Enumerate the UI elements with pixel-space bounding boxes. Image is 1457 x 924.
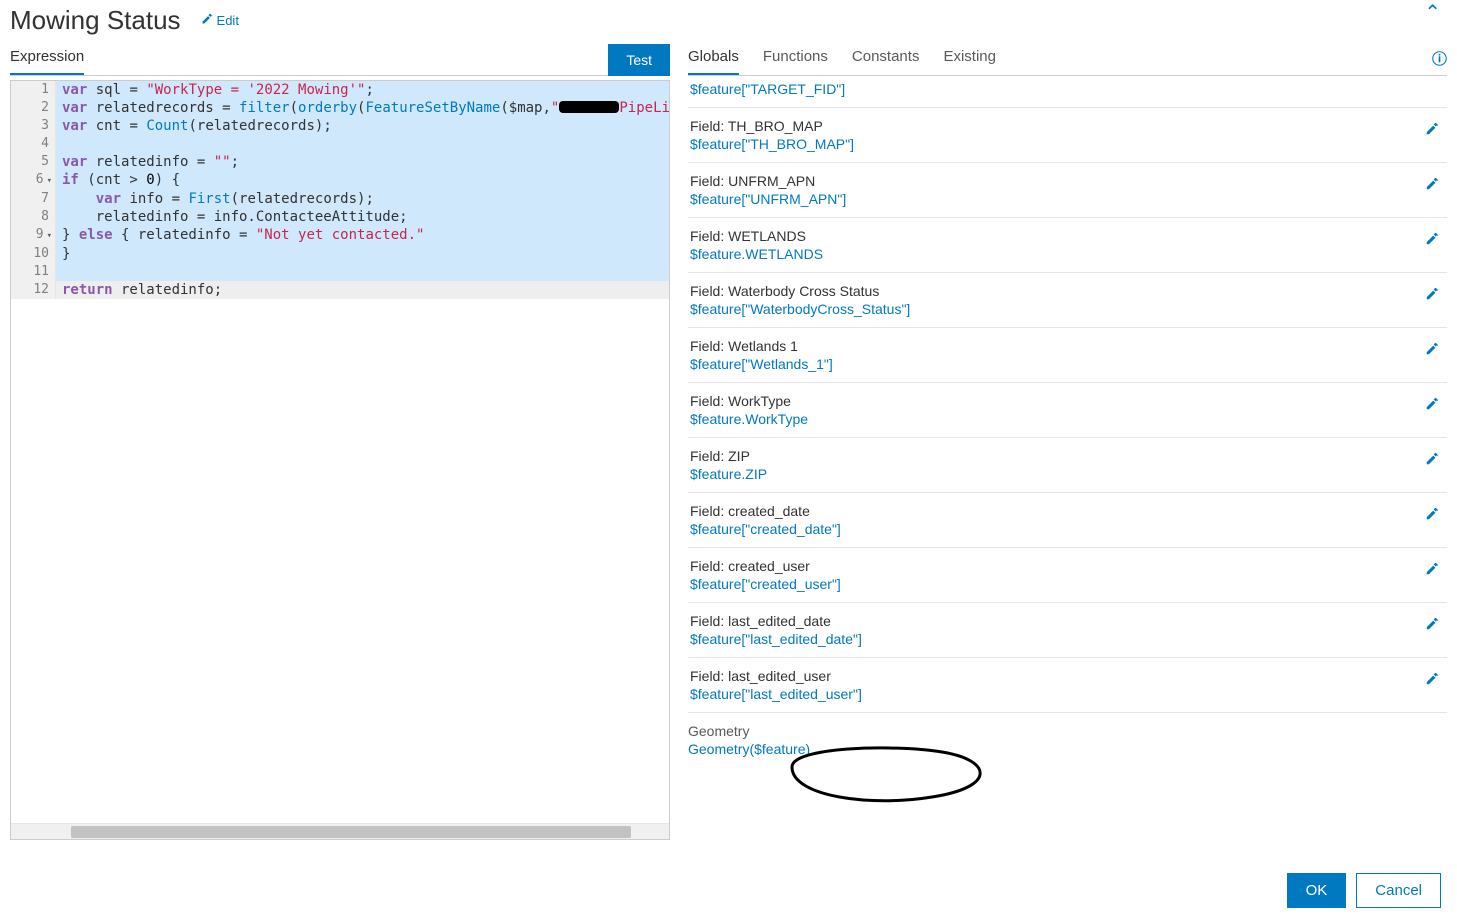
field-item[interactable]: Field: Wetlands 1 $feature["Wetlands_1"] [688,328,1447,383]
reference-panel: Globals Functions Constants Existing ⓘ $… [688,40,1447,840]
close-icon[interactable]: ⌃ [1424,0,1441,25]
field-label: Field: last_edited_user [690,668,1445,684]
geometry-header: Geometry [688,723,1447,739]
tab-existing[interactable]: Existing [943,48,996,75]
field-item[interactable]: Field: created_user $feature["created_use… [688,548,1447,603]
page-title: Mowing Status [10,5,181,36]
insert-field-icon[interactable] [1425,617,1439,636]
field-label: Field: created_date [690,503,1445,519]
insert-field-icon[interactable] [1425,122,1439,141]
test-button[interactable]: Test [608,44,670,76]
insert-field-icon[interactable] [1425,397,1439,416]
insert-field-icon[interactable] [1425,177,1439,196]
field-item[interactable]: Field: WorkType $feature.WorkType [688,383,1447,438]
tab-expression[interactable]: Expression [10,48,84,75]
ok-button[interactable]: OK [1287,873,1347,908]
insert-field-icon[interactable] [1425,672,1439,691]
field-code[interactable]: $feature["TH_BRO_MAP"] [690,136,1445,152]
insert-field-icon[interactable] [1425,562,1439,581]
field-label: Field: WorkType [690,393,1445,409]
field-label: Field: created_user [690,558,1445,574]
field-item[interactable]: Field: created_date $feature["created_dat… [688,493,1447,548]
field-item[interactable]: Field: TH_BRO_MAP $feature["TH_BRO_MAP"] [688,108,1447,163]
field-code[interactable]: $feature["last_edited_user"] [690,686,1445,702]
field-code[interactable]: $feature["created_date"] [690,521,1445,537]
field-label: Field: UNFRM_APN [690,173,1445,189]
field-item[interactable]: Field: Waterbody Cross Status $feature["W… [688,273,1447,328]
edit-label: Edit [217,13,239,28]
field-code[interactable]: $feature["created_user"] [690,576,1445,592]
field-code[interactable]: $feature["WaterbodyCross_Status"] [690,301,1445,317]
field-code[interactable]: $feature.WorkType [690,411,1445,427]
field-label: Field: last_edited_date [690,613,1445,629]
field-item[interactable]: Field: ZIP $feature.ZIP [688,438,1447,493]
tab-functions[interactable]: Functions [763,48,828,75]
cancel-button[interactable]: Cancel [1356,873,1441,908]
globals-field-list[interactable]: $feature["TARGET_FID"] Field: TH_BRO_MAP… [688,80,1447,840]
code-editor[interactable]: 1var sql = "WorkType = '2022 Mowing'"; 2… [11,81,669,839]
insert-field-icon[interactable] [1425,452,1439,471]
field-label: Field: TH_BRO_MAP [690,118,1445,134]
field-item[interactable]: Field: last_edited_user $feature["last_ed… [688,658,1447,713]
field-item[interactable]: Field: UNFRM_APN $feature["UNFRM_APN"] [688,163,1447,218]
info-icon[interactable]: ⓘ [1432,48,1447,69]
insert-field-icon[interactable] [1425,507,1439,526]
pencil-icon [201,13,213,28]
field-code[interactable]: $feature.WETLANDS [690,246,1445,262]
expression-panel: Expression Test 1var sql = "WorkType = '… [10,40,670,840]
tab-constants[interactable]: Constants [852,48,920,75]
field-code[interactable]: $feature.ZIP [690,466,1445,482]
insert-field-icon[interactable] [1425,232,1439,251]
redacted-layer-name [559,101,619,113]
field-label: Field: Waterbody Cross Status [690,283,1445,299]
field-item[interactable]: Field: WETLANDS $feature.WETLANDS [688,218,1447,273]
editor-horizontal-scrollbar[interactable] [11,823,669,839]
field-code[interactable]: $feature["last_edited_date"] [690,631,1445,647]
field-code[interactable]: $feature["UNFRM_APN"] [690,191,1445,207]
insert-field-icon[interactable] [1425,342,1439,361]
field-label: Field: Wetlands 1 [690,338,1445,354]
field-code-truncated[interactable]: $feature["TARGET_FID"] [688,81,1447,108]
edit-title-button[interactable]: Edit [201,13,239,28]
field-label: Field: WETLANDS [690,228,1445,244]
field-item[interactable]: Field: last_edited_date $feature["last_ed… [688,603,1447,658]
insert-field-icon[interactable] [1425,287,1439,306]
field-label: Field: ZIP [690,448,1445,464]
tab-globals[interactable]: Globals [688,48,739,75]
field-code[interactable]: $feature["Wetlands_1"] [690,356,1445,372]
geometry-expression[interactable]: Geometry($feature) [688,741,1447,757]
